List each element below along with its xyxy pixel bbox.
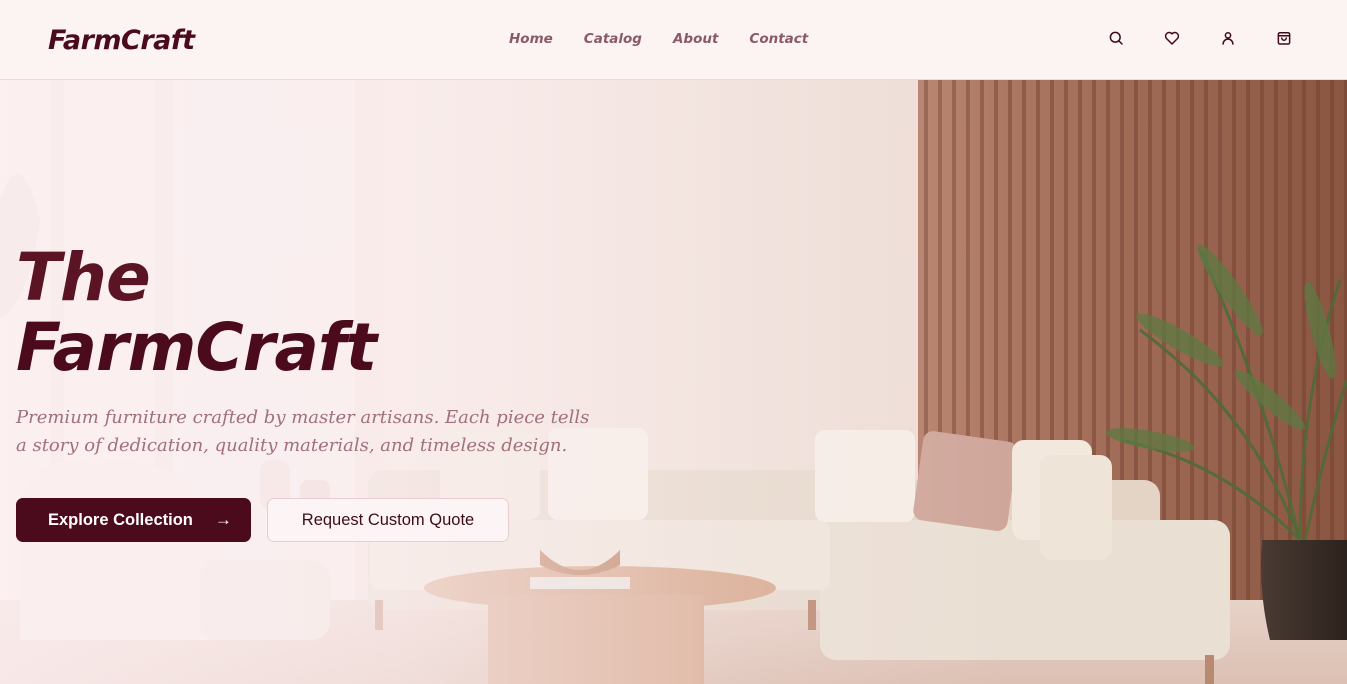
nav-about[interactable]: About	[673, 29, 718, 49]
explore-collection-label: Explore Collection	[48, 510, 193, 529]
hero-title-line2: FarmCraft	[16, 309, 377, 386]
nav-contact[interactable]: Contact	[749, 29, 808, 49]
user-icon[interactable]	[1219, 29, 1237, 47]
site-header: FarmCraft Home Catalog About Contact	[0, 0, 1347, 80]
request-custom-quote-button[interactable]: Request Custom Quote	[267, 498, 509, 542]
nav-home[interactable]: Home	[509, 29, 553, 49]
brand-logo[interactable]: FarmCraft	[48, 22, 195, 60]
arrow-right-icon: →	[214, 510, 232, 529]
shopping-bag-icon[interactable]	[1275, 29, 1293, 47]
hero-title-line1: The	[16, 239, 151, 316]
hero-title: The FarmCraft	[16, 239, 377, 386]
request-custom-quote-label: Request Custom Quote	[301, 510, 475, 529]
nav-catalog[interactable]: Catalog	[584, 29, 642, 49]
main-nav: Home Catalog About Contact	[509, 29, 808, 49]
explore-collection-button[interactable]: Explore Collection →	[16, 498, 251, 542]
hero-subtitle: Premium furniture crafted by master arti…	[16, 407, 590, 456]
header-actions	[1107, 29, 1293, 47]
heart-icon[interactable]	[1163, 29, 1181, 47]
search-icon[interactable]	[1107, 29, 1125, 47]
